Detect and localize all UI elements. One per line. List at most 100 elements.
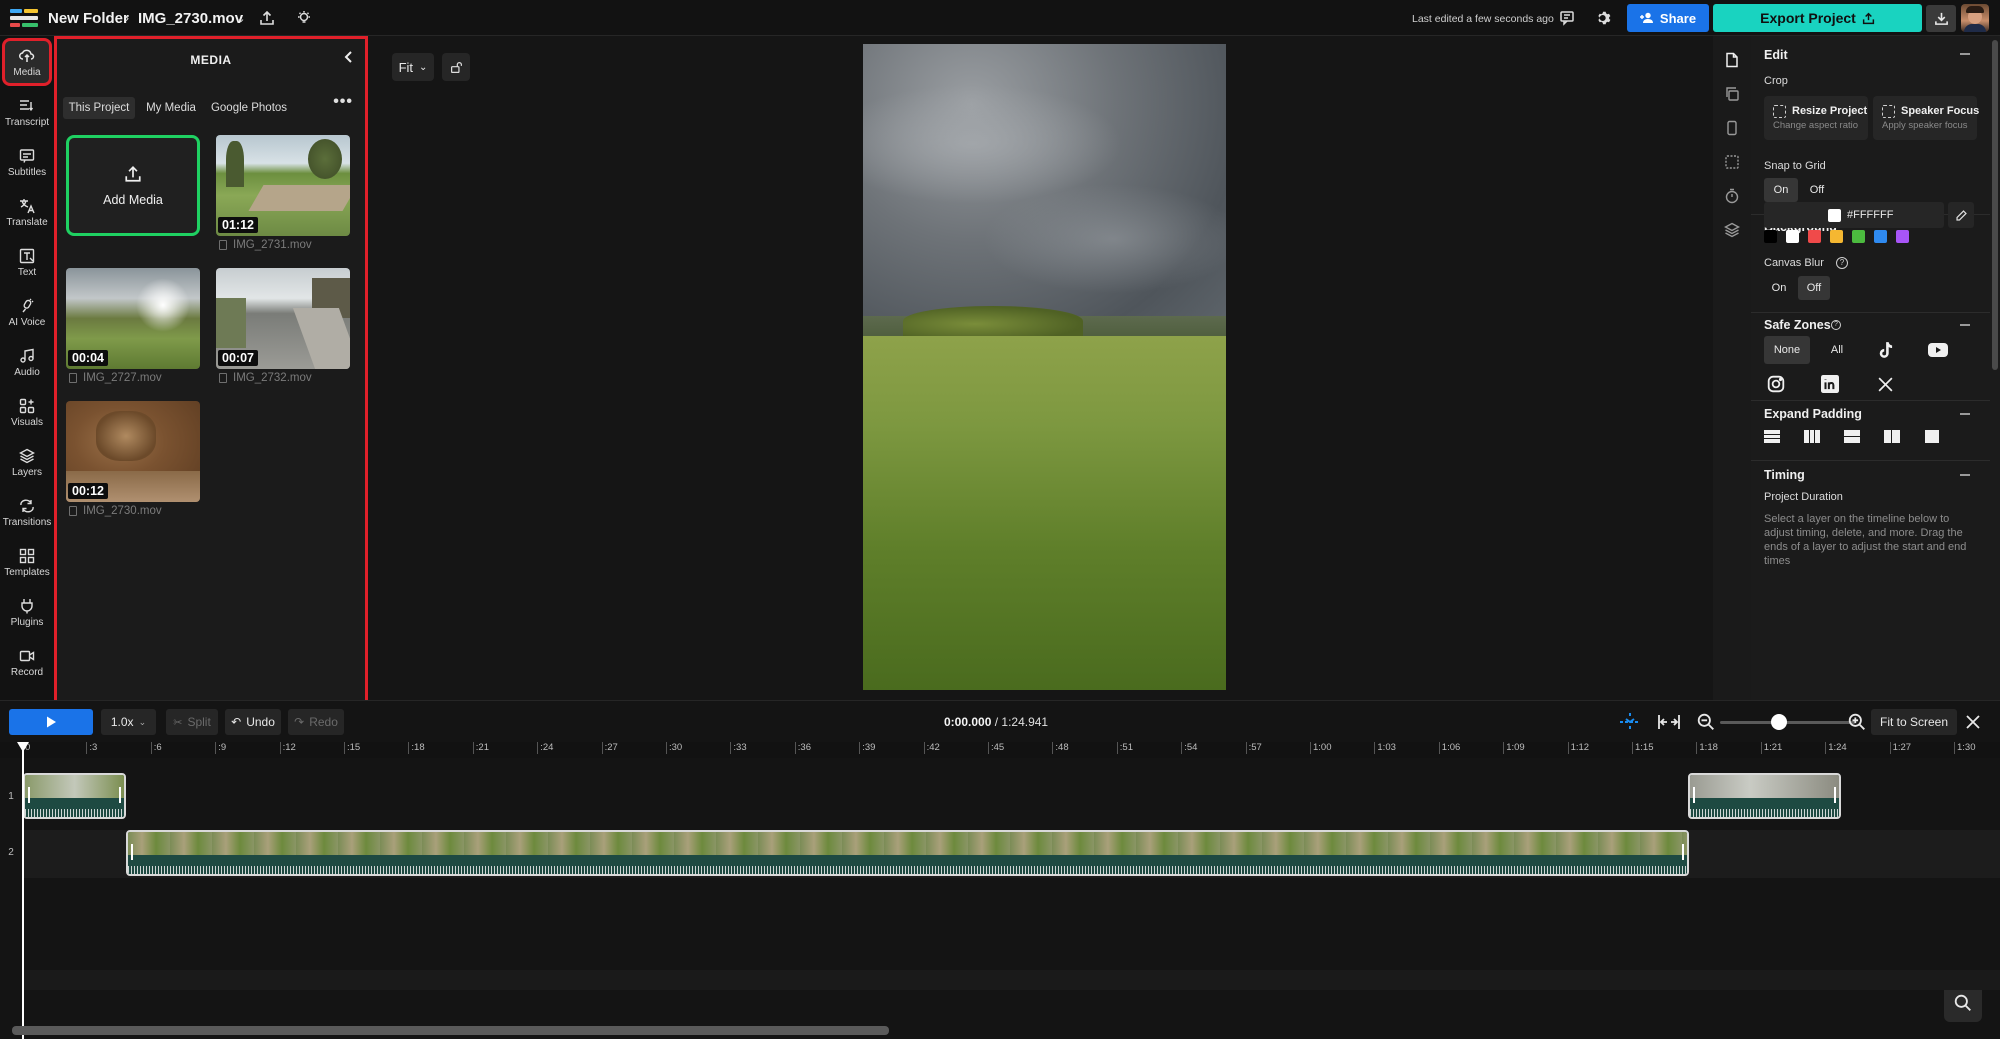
more-options-icon[interactable]: ••• <box>333 93 353 111</box>
rail-item-visuals[interactable]: Visuals <box>0 389 54 437</box>
document-icon[interactable] <box>1724 52 1740 68</box>
color-swatch[interactable] <box>1786 230 1799 243</box>
padding-left-icon[interactable] <box>1884 430 1900 443</box>
add-media-button[interactable]: Add Media <box>66 135 200 236</box>
tab-my-media[interactable]: My Media <box>141 97 201 119</box>
avatar[interactable] <box>1961 4 1989 32</box>
help-icon[interactable]: ? <box>1831 320 1841 330</box>
rail-item-subtitles[interactable]: Subtitles <box>0 139 54 187</box>
upload-icon[interactable] <box>258 9 276 27</box>
zoom-out-icon[interactable] <box>1697 713 1715 736</box>
x-twitter-icon[interactable] <box>1873 372 1897 396</box>
collapse-icon[interactable] <box>1960 413 1970 415</box>
rail-item-transcript[interactable]: Transcript <box>0 89 54 137</box>
blur-off-toggle[interactable]: Off <box>1798 276 1830 300</box>
color-swatch[interactable] <box>1896 230 1909 243</box>
rail-item-transitions[interactable]: Transitions <box>0 489 54 537</box>
blur-on-toggle[interactable]: On <box>1764 276 1794 300</box>
media-thumbnail[interactable]: 00:12 <box>66 401 200 502</box>
properties-scrollbar[interactable] <box>1990 36 2000 700</box>
export-project-button[interactable]: Export Project <box>1713 4 1922 32</box>
chevron-left-icon[interactable] <box>341 49 357 65</box>
rail-item-media[interactable]: Media <box>0 39 54 87</box>
padding-top-icon[interactable] <box>1844 430 1860 443</box>
rail-item-layers[interactable]: Layers <box>0 439 54 487</box>
color-swatch[interactable] <box>1874 230 1887 243</box>
zoom-slider-thumb[interactable] <box>1771 714 1788 730</box>
padding-all-icon[interactable] <box>1924 430 1940 443</box>
collapse-icon[interactable] <box>1960 53 1970 55</box>
tab-this-project[interactable]: This Project <box>63 97 135 119</box>
timeline-clip[interactable] <box>126 830 1689 876</box>
fit-dropdown[interactable]: Fit ⌄ <box>392 53 434 81</box>
undo-button[interactable]: ↶ Undo <box>225 709 281 735</box>
crop-icon[interactable] <box>1724 154 1740 170</box>
clip-trim-handle[interactable] <box>28 787 30 803</box>
color-swatch[interactable] <box>1808 230 1821 243</box>
help-icon[interactable]: ? <box>1836 257 1848 269</box>
speaker-focus-button[interactable]: Speaker Focus Apply speaker focus <box>1873 96 1979 140</box>
breadcrumb-filename[interactable]: IMG_2730.mov <box>138 10 243 27</box>
share-button[interactable]: Share <box>1627 4 1709 32</box>
zoom-slider-track[interactable] <box>1720 721 1855 724</box>
youtube-icon[interactable] <box>1926 338 1950 362</box>
aspect-lock-button[interactable] <box>442 53 470 81</box>
chevron-down-icon[interactable]: ⌄ <box>232 9 250 27</box>
background-color-field[interactable]: #FFFFFF <box>1764 202 1944 228</box>
timeline-ruler[interactable]: 0:3:6:9:12:15:18:21:24:27:30:33:36:39:42… <box>0 742 2000 758</box>
rail-item-record[interactable]: Record <box>0 639 54 687</box>
gear-icon[interactable] <box>1595 9 1613 27</box>
fit-to-screen-button[interactable]: Fit to Screen <box>1871 709 1957 735</box>
media-thumbnail[interactable]: 01:12 <box>216 135 350 236</box>
rail-item-text[interactable]: Text <box>0 239 54 287</box>
rail-item-audio[interactable]: Audio <box>0 339 54 387</box>
color-swatch[interactable] <box>1764 230 1777 243</box>
snap-magnet-icon[interactable] <box>1618 713 1642 736</box>
clip-trim-handle[interactable] <box>1834 787 1836 803</box>
phone-icon[interactable] <box>1724 120 1740 136</box>
safe-zone-all[interactable]: All <box>1818 336 1856 364</box>
breadcrumb-folder[interactable]: New Folder <box>48 10 129 27</box>
resize-project-button[interactable]: Resize Project Change aspect ratio <box>1764 96 1868 140</box>
timer-icon[interactable] <box>1724 188 1740 204</box>
linkedin-icon[interactable] <box>1818 372 1842 396</box>
rail-item-plugins[interactable]: Plugins <box>0 589 54 637</box>
clip-trim-handle[interactable] <box>1693 787 1695 803</box>
media-thumbnail[interactable]: 00:07 <box>216 268 350 369</box>
playhead[interactable] <box>22 742 24 1039</box>
padding-top-bottom-icon[interactable] <box>1764 430 1780 443</box>
play-button[interactable] <box>9 709 93 735</box>
comment-icon[interactable] <box>1558 9 1576 27</box>
video-preview[interactable] <box>863 44 1226 690</box>
close-icon[interactable] <box>1965 714 1981 735</box>
lightbulb-icon[interactable] <box>295 9 313 27</box>
timeline-scrollbar[interactable] <box>12 1026 889 1035</box>
rail-item-translate[interactable]: Translate <box>0 189 54 237</box>
copy-icon[interactable] <box>1724 86 1740 102</box>
tab-google-photos[interactable]: Google Photos <box>207 97 291 119</box>
zoom-in-icon[interactable] <box>1848 713 1866 736</box>
clip-trim-handle[interactable] <box>1682 844 1684 860</box>
snap-on-toggle[interactable]: On <box>1764 178 1798 202</box>
color-swatch[interactable] <box>1830 230 1843 243</box>
layers-icon[interactable] <box>1724 222 1740 238</box>
collapse-icon[interactable] <box>1960 474 1970 476</box>
safe-zone-none[interactable]: None <box>1764 336 1810 364</box>
rail-item-templates[interactable]: Templates <box>0 539 54 587</box>
rail-item-ai-voice[interactable]: AI Voice <box>0 289 54 337</box>
padding-sides-icon[interactable] <box>1804 430 1820 443</box>
playback-speed-dropdown[interactable]: 1.0x ⌄ <box>101 709 156 735</box>
timeline-clip[interactable] <box>23 773 126 819</box>
split-button[interactable]: ✂ Split <box>166 709 218 735</box>
redo-button[interactable]: ↷ Redo <box>288 709 344 735</box>
app-logo[interactable] <box>10 9 38 29</box>
eyedropper-button[interactable] <box>1948 202 1974 228</box>
media-thumbnail[interactable]: 00:04 <box>66 268 200 369</box>
collapse-icon[interactable] <box>1960 324 1970 326</box>
tiktok-icon[interactable] <box>1873 338 1897 362</box>
timeline-clip[interactable] <box>1688 773 1841 819</box>
instagram-icon[interactable] <box>1764 372 1788 396</box>
fit-timeline-icon[interactable] <box>1657 713 1681 736</box>
clip-trim-handle[interactable] <box>131 844 133 860</box>
clip-trim-handle[interactable] <box>119 787 121 803</box>
